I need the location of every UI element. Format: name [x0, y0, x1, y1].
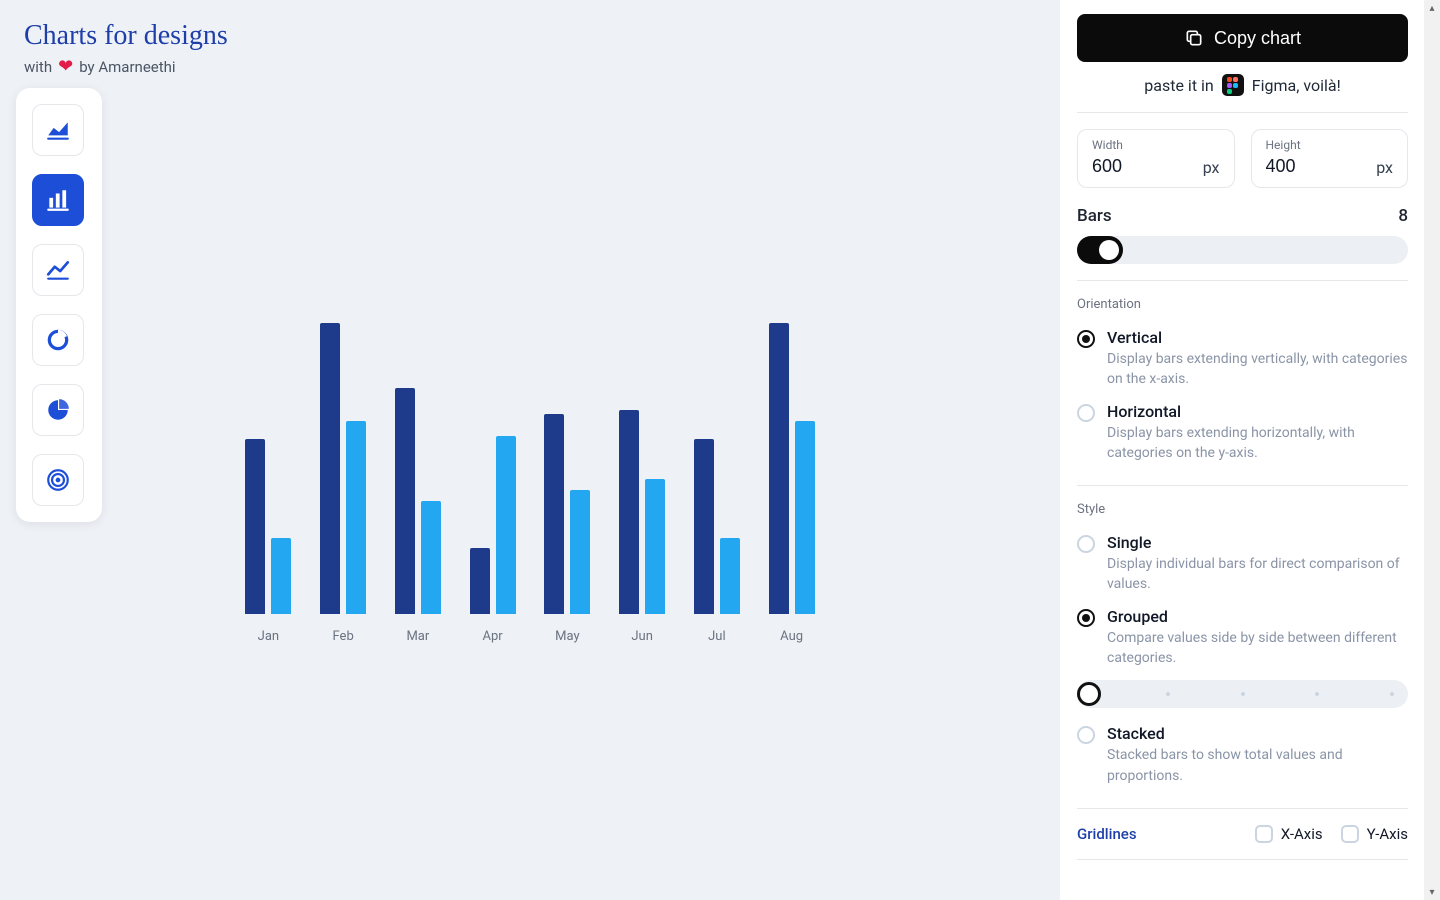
pie-chart-type[interactable] — [32, 384, 84, 436]
x-axis-label: Jun — [614, 629, 671, 644]
height-label: Height — [1266, 138, 1394, 152]
orientation-vertical-title: Vertical — [1107, 328, 1408, 347]
style-single-desc: Display individual bars for direct compa… — [1107, 554, 1408, 595]
window-scrollbar[interactable]: ▴ ▾ — [1424, 0, 1440, 900]
bar-group — [689, 250, 746, 614]
bar — [720, 538, 740, 614]
bar — [544, 414, 564, 614]
bar — [645, 479, 665, 614]
controls-panel: Copy chart paste it in Figma, voilà! Wid… — [1060, 0, 1424, 900]
groups-slider[interactable] — [1077, 680, 1408, 708]
x-axis-label: Jul — [689, 629, 746, 644]
gridlines-x-label: X-Axis — [1281, 825, 1323, 843]
style-stacked-radio[interactable] — [1077, 726, 1095, 744]
bar — [619, 410, 639, 614]
scroll-up-icon[interactable]: ▴ — [1424, 0, 1440, 16]
style-grouped-radio[interactable] — [1077, 609, 1095, 627]
bars-label: Bars — [1077, 206, 1112, 226]
area-chart-type[interactable] — [32, 104, 84, 156]
x-axis-label: Jan — [240, 629, 297, 644]
style-stacked-title: Stacked — [1107, 724, 1408, 743]
subtitle-author: by Amarneethi — [79, 58, 175, 76]
gridlines-y-label: Y-Axis — [1367, 825, 1408, 843]
paste-hint: paste it in Figma, voilà! — [1077, 74, 1408, 96]
bar-group — [390, 250, 447, 614]
bar — [320, 323, 340, 614]
page-subtitle: with ❤ by Amarneethi — [24, 58, 1036, 76]
width-field[interactable]: Width px — [1077, 129, 1235, 188]
gridlines-x-checkbox[interactable]: X-Axis — [1255, 825, 1323, 843]
bar-chart-type[interactable] — [32, 174, 84, 226]
bar-group — [315, 250, 372, 614]
bar-group — [539, 250, 596, 614]
area-chart-icon — [45, 117, 71, 143]
radial-chart-icon — [45, 467, 71, 493]
bar-group — [763, 250, 820, 614]
style-grouped-title: Grouped — [1107, 607, 1408, 626]
x-axis-label: Aug — [763, 629, 820, 644]
line-chart-icon — [45, 257, 71, 283]
orientation-horizontal-title: Horizontal — [1107, 402, 1408, 421]
chart-canvas: Jan Feb Mar Apr May Jun Jul Aug — [230, 250, 830, 650]
bar-chart-icon — [45, 187, 71, 213]
bar — [470, 548, 490, 614]
x-axis-label: Apr — [464, 629, 521, 644]
width-unit: px — [1203, 158, 1220, 177]
page-title: Charts for designs — [24, 20, 1036, 52]
donut-chart-icon — [45, 327, 71, 353]
copy-chart-label: Copy chart — [1214, 28, 1301, 49]
height-unit: px — [1376, 158, 1393, 177]
width-label: Width — [1092, 138, 1220, 152]
copy-icon — [1184, 28, 1204, 48]
orientation-section-label: Orientation — [1077, 297, 1408, 312]
style-section-label: Style — [1077, 502, 1408, 517]
bar — [395, 388, 415, 614]
bar — [496, 436, 516, 614]
bar — [421, 501, 441, 614]
bar — [769, 323, 789, 614]
orientation-horizontal-desc: Display bars extending horizontally, wit… — [1107, 423, 1408, 464]
style-single-radio[interactable] — [1077, 535, 1095, 553]
figma-icon — [1222, 74, 1244, 96]
width-input[interactable] — [1092, 156, 1181, 177]
style-stacked-desc: Stacked bars to show total values and pr… — [1107, 745, 1408, 786]
style-single-title: Single — [1107, 533, 1408, 552]
radial-chart-type[interactable] — [32, 454, 84, 506]
pie-chart-icon — [45, 397, 71, 423]
copy-chart-button[interactable]: Copy chart — [1077, 14, 1408, 62]
bars-slider[interactable] — [1077, 236, 1408, 264]
heart-icon: ❤ — [58, 58, 73, 76]
paste-suffix: Figma, voilà! — [1252, 76, 1341, 95]
bar — [245, 439, 265, 614]
subtitle-prefix: with — [24, 58, 52, 76]
height-field[interactable]: Height px — [1251, 129, 1409, 188]
bar — [694, 439, 714, 614]
chart-type-rail — [16, 88, 102, 522]
orientation-vertical-desc: Display bars extending vertically, with … — [1107, 349, 1408, 390]
paste-prefix: paste it in — [1144, 76, 1213, 95]
gridlines-y-checkbox[interactable]: Y-Axis — [1341, 825, 1408, 843]
bar — [795, 421, 815, 614]
bar — [271, 538, 291, 614]
x-axis-label: May — [539, 629, 596, 644]
bar — [346, 421, 366, 614]
x-axis-label: Mar — [390, 629, 447, 644]
bars-value: 8 — [1398, 206, 1408, 226]
orientation-horizontal-radio[interactable] — [1077, 404, 1095, 422]
x-axis-label: Feb — [315, 629, 372, 644]
bar-group — [464, 250, 521, 614]
scroll-down-icon[interactable]: ▾ — [1424, 884, 1440, 900]
bar-group — [614, 250, 671, 614]
bar-group — [240, 250, 297, 614]
gridlines-label: Gridlines — [1077, 825, 1137, 843]
orientation-vertical-radio[interactable] — [1077, 330, 1095, 348]
style-grouped-desc: Compare values side by side between diff… — [1107, 628, 1408, 669]
donut-chart-type[interactable] — [32, 314, 84, 366]
height-input[interactable] — [1266, 156, 1355, 177]
bar — [570, 490, 590, 614]
line-chart-type[interactable] — [32, 244, 84, 296]
